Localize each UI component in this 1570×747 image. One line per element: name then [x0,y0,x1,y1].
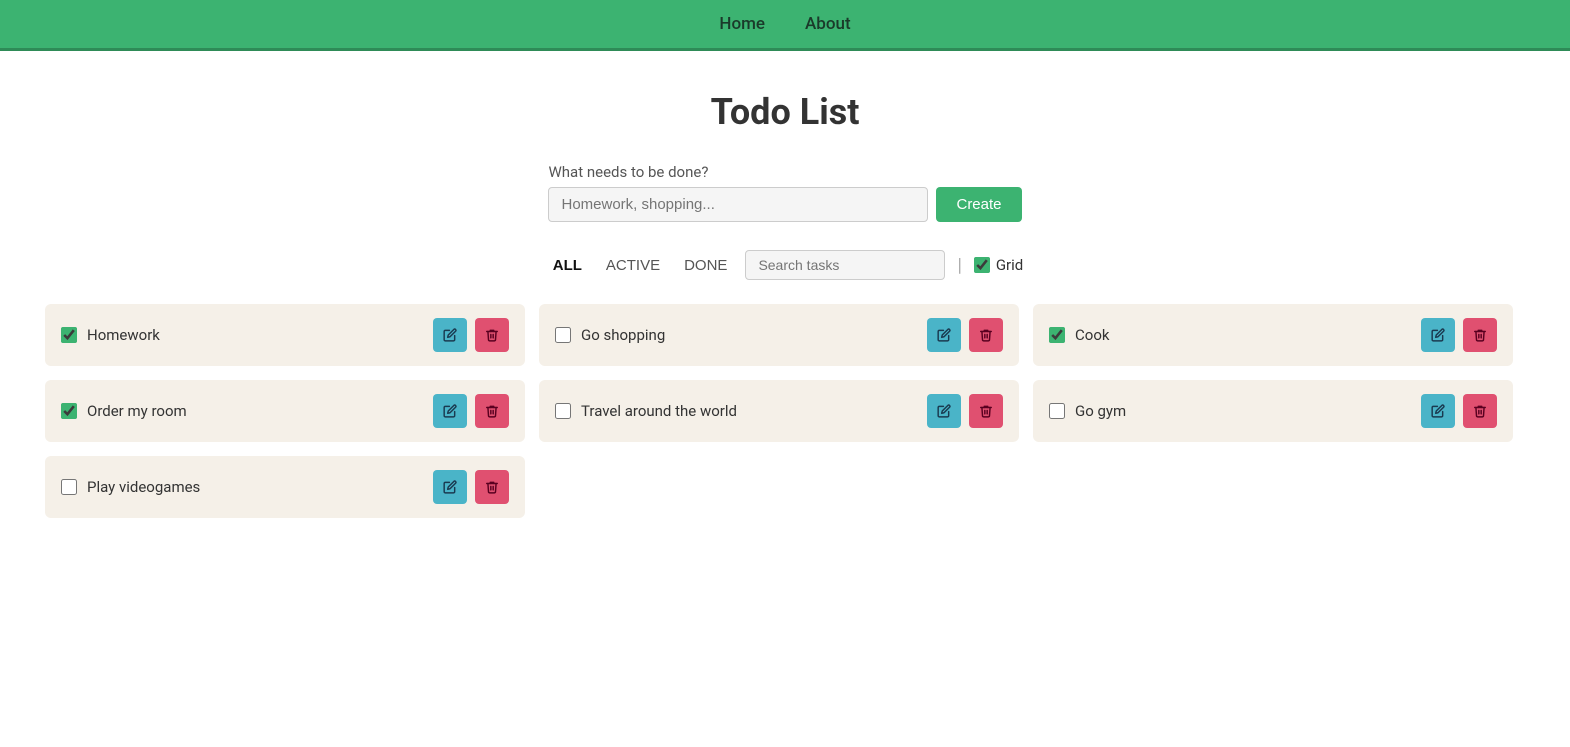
task-name: Play videogames [87,478,423,496]
task-actions [433,394,509,428]
task-item: Cook [1033,304,1513,366]
task-actions [1421,318,1497,352]
new-task-input[interactable] [548,187,928,222]
task-checkbox[interactable] [555,403,571,419]
task-name: Cook [1075,326,1411,344]
filter-active[interactable]: ACTIVE [600,253,666,278]
task-item: Go gym [1033,380,1513,442]
task-item: Homework [45,304,525,366]
task-item: Travel around the world [539,380,1019,442]
page-title: Todo List [711,91,860,133]
delete-button[interactable] [475,470,509,504]
task-item: Play videogames [45,456,525,518]
task-checkbox[interactable] [61,479,77,495]
grid-checkbox[interactable] [974,257,990,273]
search-input[interactable] [745,250,945,280]
edit-button[interactable] [927,394,961,428]
nav-about[interactable]: About [805,14,851,34]
edit-button[interactable] [433,318,467,352]
task-checkbox[interactable] [1049,327,1065,343]
delete-button[interactable] [1463,318,1497,352]
filter-all[interactable]: ALL [547,253,588,278]
task-name: Homework [87,326,423,344]
task-checkbox[interactable] [1049,403,1065,419]
delete-button[interactable] [475,394,509,428]
task-checkbox[interactable] [555,327,571,343]
task-actions [433,470,509,504]
edit-button[interactable] [1421,318,1455,352]
task-actions [927,394,1003,428]
filter-bar: ALL ACTIVE DONE | Grid [547,250,1024,280]
delete-button[interactable] [969,394,1003,428]
task-item: Order my room [45,380,525,442]
task-checkbox[interactable] [61,403,77,419]
task-name: Go shopping [581,326,917,344]
task-name: Travel around the world [581,402,917,420]
task-name: Go gym [1075,402,1411,420]
task-name: Order my room [87,402,423,420]
delete-button[interactable] [1463,394,1497,428]
edit-button[interactable] [927,318,961,352]
task-actions [433,318,509,352]
edit-button[interactable] [433,470,467,504]
delete-button[interactable] [475,318,509,352]
filter-done[interactable]: DONE [678,253,733,278]
grid-toggle-area: Grid [974,256,1023,274]
navbar: Home About [0,0,1570,51]
input-row: Create [548,187,1021,222]
task-checkbox[interactable] [61,327,77,343]
task-input-area: What needs to be done? Create [548,163,1021,222]
grid-label: Grid [996,256,1023,274]
create-button[interactable]: Create [936,187,1021,222]
task-grid: Homework Order my room Play videogames Go s… [45,304,1525,518]
edit-button[interactable] [433,394,467,428]
delete-button[interactable] [969,318,1003,352]
filter-divider: | [957,255,961,276]
edit-button[interactable] [1421,394,1455,428]
task-item: Go shopping [539,304,1019,366]
nav-home[interactable]: Home [719,14,765,34]
task-actions [1421,394,1497,428]
task-actions [927,318,1003,352]
main-content: Todo List What needs to be done? Create … [0,51,1570,518]
input-label: What needs to be done? [548,163,708,181]
